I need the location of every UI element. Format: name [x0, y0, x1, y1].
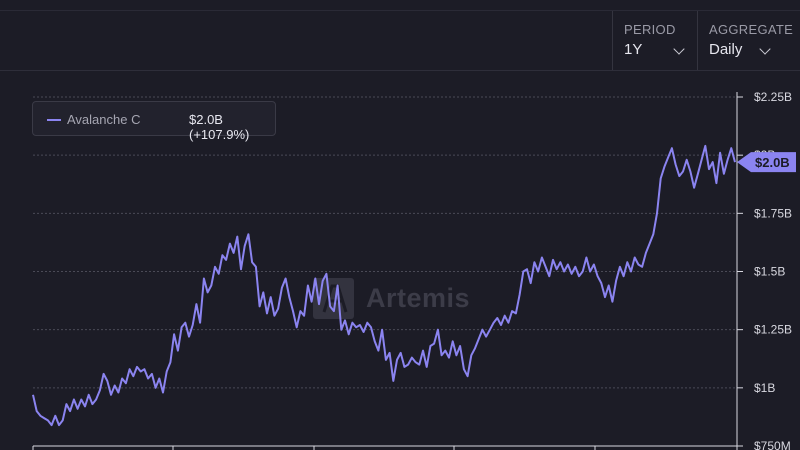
y-axis: $2.25B$2B$1.75B$1.5B$1.25B$1B$750M [736, 90, 792, 450]
x-axis [32, 445, 737, 450]
y-tick-label: $1.75B [754, 206, 792, 220]
chart-legend[interactable]: Avalanche C $2.0B (+107.9%) [32, 101, 276, 142]
y-tick-label: $1.5B [754, 265, 785, 279]
legend-series-name: Avalanche C [67, 112, 141, 127]
y-tick-label: $750M [754, 439, 791, 450]
last-value-label: $2.0B [755, 155, 790, 170]
chart-area: $2.25B$2B$1.75B$1.5B$1.25B$1B$750M $2.0B [32, 90, 796, 450]
y-tick-label: $2.25B [754, 90, 792, 104]
watermark-text: Artemis [366, 283, 471, 313]
legend-series-value: $2.0B (+107.9%) [189, 112, 250, 142]
last-value-marker: $2.0B [737, 152, 796, 173]
y-tick-label: $1B [754, 381, 775, 395]
y-tick-label: $1.25B [754, 323, 792, 337]
legend-swatch [47, 119, 61, 121]
